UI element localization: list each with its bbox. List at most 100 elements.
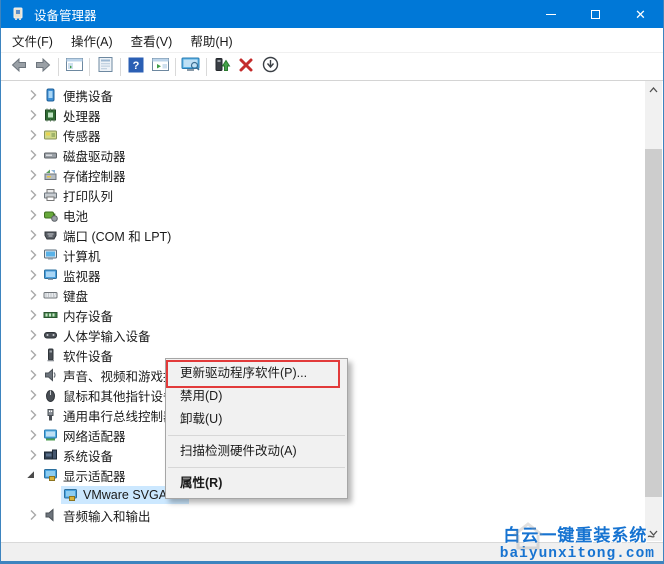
chevron-right-icon[interactable] (25, 307, 41, 323)
vertical-scrollbar[interactable] (645, 81, 662, 541)
watermark: 白云一键重装系统~ baiyunxitong.com (500, 521, 655, 562)
toolbar: ? (1, 54, 663, 81)
tree-item[interactable]: 内存设备 (1, 305, 663, 325)
help-button[interactable]: ? (124, 56, 148, 78)
tree-item-hit-area[interactable]: 软件设备 (41, 346, 116, 364)
maximize-button[interactable] (573, 0, 618, 28)
toolbar-separator (206, 58, 207, 76)
context-menu-item[interactable]: 禁用(D) (166, 385, 347, 408)
window-title: 设备管理器 (34, 8, 97, 23)
back-button[interactable] (7, 56, 31, 78)
chevron-right-icon[interactable] (25, 327, 41, 343)
tree-item[interactable]: 计算机 (1, 245, 663, 265)
chevron-right-icon[interactable] (25, 287, 41, 303)
tree-item[interactable]: 键盘 (1, 285, 663, 305)
chevron-right-icon[interactable] (25, 387, 41, 403)
tree-item[interactable]: 传感器 (1, 125, 663, 145)
context-menu-item[interactable]: 扫描检测硬件改动(A) (166, 440, 347, 463)
chevron-right-icon[interactable] (25, 247, 41, 263)
tree-item-label: 处理器 (63, 109, 101, 124)
tree-item-hit-area[interactable]: 人体学输入设备 (41, 326, 154, 344)
update-driver-icon (213, 57, 231, 78)
software-device-icon (43, 348, 58, 362)
tree-item[interactable]: 存储控制器 (1, 165, 663, 185)
tree-item-hit-area[interactable]: 鼠标和其他指针设备 (41, 386, 179, 404)
tree-item-hit-area[interactable]: 存储控制器 (41, 166, 129, 184)
close-button[interactable]: ✕ (618, 0, 663, 28)
disable-button[interactable] (258, 56, 282, 78)
chevron-right-icon[interactable] (25, 347, 41, 363)
tree-item[interactable]: 端口 (COM 和 LPT) (1, 225, 663, 245)
chevron-down-icon[interactable] (25, 467, 41, 483)
storage-controller-icon (43, 168, 58, 182)
menu-help[interactable]: 帮助(H) (181, 28, 241, 53)
chevron-right-icon[interactable] (25, 107, 41, 123)
tree-item-hit-area[interactable]: 传感器 (41, 126, 104, 144)
tree-item-hit-area[interactable]: 计算机 (41, 246, 104, 264)
scroll-up-icon[interactable] (645, 81, 662, 98)
chevron-right-icon[interactable] (25, 147, 41, 163)
processor-icon (43, 108, 58, 122)
tree-item-hit-area[interactable]: 端口 (COM 和 LPT) (41, 226, 174, 244)
tree-item-hit-area[interactable]: 网络适配器 (41, 426, 129, 444)
tree-item[interactable]: 监视器 (1, 265, 663, 285)
chevron-right-icon[interactable] (25, 427, 41, 443)
tree-item-hit-area[interactable]: 系统设备 (41, 446, 116, 464)
tree-item-hit-area[interactable]: 内存设备 (41, 306, 116, 324)
chevron-right-icon[interactable] (25, 167, 41, 183)
menu-action[interactable]: 操作(A) (62, 28, 122, 53)
chevron-right-icon[interactable] (25, 447, 41, 463)
menu-separator (168, 467, 345, 468)
action-pane-button[interactable] (148, 56, 172, 78)
tree-item-hit-area[interactable]: 键盘 (41, 286, 91, 304)
forward-button[interactable] (31, 56, 55, 78)
tree-item-label: 通用串行总线控制器 (63, 409, 176, 424)
mouse-icon (43, 388, 58, 402)
keyboard-icon (43, 288, 58, 302)
chevron-right-icon[interactable] (25, 87, 41, 103)
computer-icon (43, 248, 58, 262)
tree-item[interactable]: 人体学输入设备 (1, 325, 663, 345)
context-menu-item[interactable]: 属性(R) (166, 472, 347, 495)
tree-item-hit-area[interactable]: 通用串行总线控制器 (41, 406, 179, 424)
tree-item-hit-area[interactable]: 监视器 (41, 266, 104, 284)
action-pane-icon (151, 57, 169, 77)
tree-item-label: 打印队列 (63, 189, 114, 204)
minimize-button[interactable] (528, 0, 573, 28)
tree-item-hit-area[interactable]: 磁盘驱动器 (41, 146, 129, 164)
tree-item-hit-area[interactable]: 处理器 (41, 106, 104, 124)
chevron-right-icon[interactable] (25, 127, 41, 143)
chevron-right-icon[interactable] (25, 207, 41, 223)
context-menu-item[interactable]: 卸载(U) (166, 408, 347, 431)
chevron-right-icon[interactable] (25, 407, 41, 423)
tree-item-hit-area[interactable]: 打印队列 (41, 186, 116, 204)
menu-file[interactable]: 文件(F) (3, 28, 62, 53)
network-adapter-icon (43, 428, 58, 442)
chevron-right-icon[interactable] (25, 227, 41, 243)
chevron-right-icon[interactable] (25, 367, 41, 383)
scan-hardware-changes-button[interactable] (179, 56, 203, 78)
tree-item-hit-area[interactable]: 电池 (41, 206, 91, 224)
chevron-right-icon[interactable] (25, 187, 41, 203)
tree-item-label: 内存设备 (63, 309, 114, 324)
update-driver-button[interactable] (210, 56, 234, 78)
tree-item-label: 软件设备 (63, 349, 114, 364)
tree-item-label: 显示适配器 (63, 469, 126, 484)
tree-item-hit-area[interactable]: 便携设备 (41, 86, 116, 104)
sound-icon (43, 368, 58, 382)
chevron-right-icon[interactable] (25, 267, 41, 283)
tree-item[interactable]: 磁盘驱动器 (1, 145, 663, 165)
tree-item-hit-area[interactable]: 显示适配器 (41, 466, 129, 484)
memory-icon (43, 308, 58, 322)
chevron-right-icon[interactable] (25, 507, 41, 523)
properties-button[interactable] (93, 56, 117, 78)
menu-view[interactable]: 查看(V) (122, 28, 182, 53)
tree-item-hit-area[interactable]: 音频输入和输出 (41, 506, 154, 524)
uninstall-button[interactable] (234, 56, 258, 78)
tree-item[interactable]: 处理器 (1, 105, 663, 125)
tree-item[interactable]: 便携设备 (1, 85, 663, 105)
tree-item[interactable]: 电池 (1, 205, 663, 225)
scrollbar-thumb[interactable] (645, 149, 662, 497)
tree-item[interactable]: 打印队列 (1, 185, 663, 205)
console-tree-button[interactable] (62, 56, 86, 78)
